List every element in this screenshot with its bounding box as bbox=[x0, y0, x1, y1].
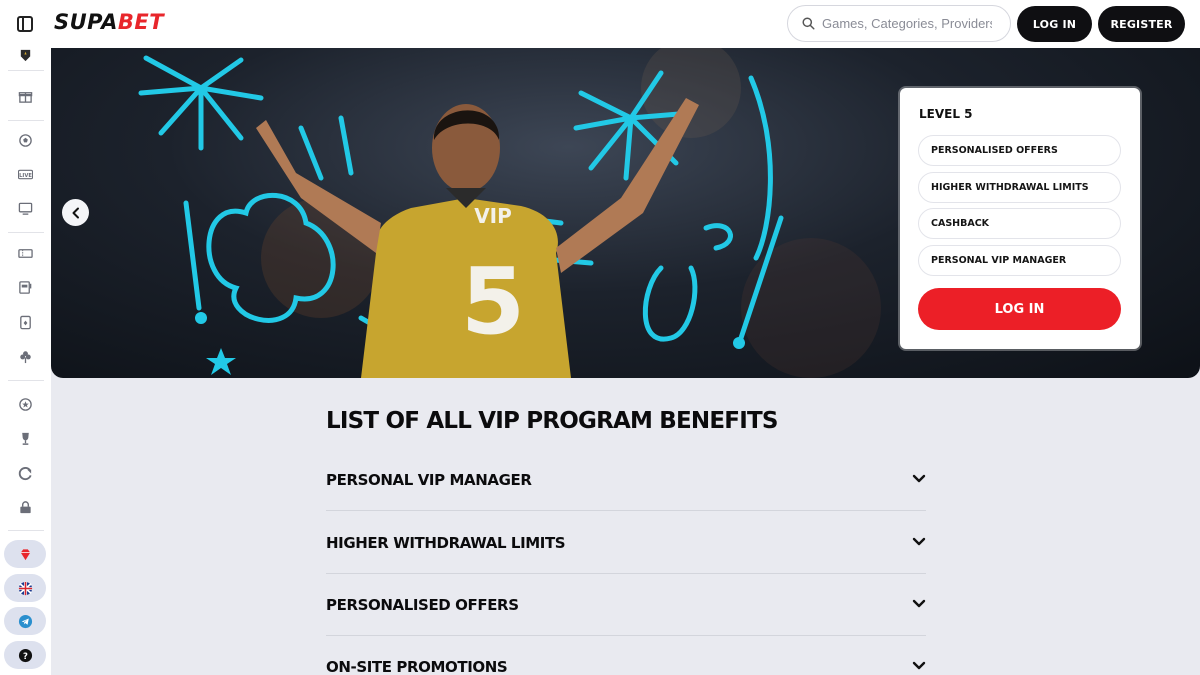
logo-accent-text: BET bbox=[117, 10, 165, 34]
lock-icon[interactable] bbox=[17, 499, 34, 516]
slot-machine-icon[interactable] bbox=[17, 279, 34, 296]
chevron-down-icon bbox=[912, 471, 926, 489]
jersey-number-text: 5 bbox=[461, 248, 525, 355]
accordion-label: PERSONALISED OFFERS bbox=[326, 595, 519, 614]
rank-badge-icon[interactable] bbox=[17, 46, 34, 63]
benefits-section-title: LIST OF ALL VIP PROGRAM BENEFITS bbox=[326, 408, 778, 434]
gift-icon[interactable] bbox=[17, 88, 34, 105]
level-benefit-chip: PERSONALISED OFFERS bbox=[918, 135, 1121, 166]
accordion-item-on-site-promotions[interactable]: ON-SITE PROMOTIONS bbox=[326, 636, 926, 675]
vip-hero-banner: VIP 5 LEVEL 5 PERSONALISED OFFERS HIGHER… bbox=[51, 48, 1200, 378]
telegram-icon bbox=[18, 614, 32, 628]
chevron-left-icon bbox=[72, 207, 79, 218]
svg-text:?: ? bbox=[23, 650, 28, 660]
level-benefit-chip: PERSONAL VIP MANAGER bbox=[918, 245, 1121, 276]
soccer-ball-icon[interactable] bbox=[17, 132, 34, 149]
telegram-pill[interactable] bbox=[4, 607, 46, 635]
uk-flag-icon bbox=[18, 581, 32, 595]
chevron-down-icon bbox=[912, 534, 926, 552]
search-box[interactable] bbox=[787, 5, 1011, 42]
top-header: SUPABET LOG IN REGISTER bbox=[0, 0, 1200, 48]
logo-main-text: SUPA bbox=[54, 10, 118, 34]
vip-diamond-pill[interactable] bbox=[4, 540, 46, 568]
live-icon-text: LIVE bbox=[19, 173, 32, 179]
live-icon[interactable]: LIVE bbox=[17, 166, 34, 183]
ticket-icon[interactable] bbox=[17, 245, 34, 262]
sidebar-toggle-icon[interactable] bbox=[17, 16, 33, 32]
sidebar-divider bbox=[8, 380, 44, 381]
chevron-down-icon bbox=[912, 658, 926, 675]
accordion-label: ON-SITE PROMOTIONS bbox=[326, 658, 508, 675]
sidebar-divider bbox=[8, 232, 44, 233]
monitor-icon[interactable] bbox=[17, 200, 34, 217]
level-benefit-chip: HIGHER WITHDRAWAL LIMITS bbox=[918, 172, 1121, 203]
accordion-item-higher-withdrawal-limits[interactable]: HIGHER WITHDRAWAL LIMITS bbox=[326, 512, 926, 574]
sidebar-divider bbox=[8, 530, 44, 531]
search-input[interactable] bbox=[822, 16, 992, 31]
help-pill[interactable]: ? bbox=[4, 641, 46, 669]
sidebar-divider bbox=[8, 70, 44, 71]
left-sidebar: LIVE ? bbox=[0, 48, 51, 675]
diamond-icon bbox=[20, 548, 30, 560]
card-login-button[interactable]: LOG IN bbox=[918, 288, 1121, 330]
accordion-item-personalised-offers[interactable]: PERSONALISED OFFERS bbox=[326, 574, 926, 636]
carousel-prev-button[interactable] bbox=[62, 199, 89, 226]
language-selector-pill[interactable] bbox=[4, 574, 46, 602]
chevron-down-icon bbox=[912, 596, 926, 614]
cashback-icon[interactable] bbox=[17, 465, 34, 482]
trophy-icon[interactable] bbox=[17, 430, 34, 447]
search-icon bbox=[802, 17, 815, 30]
accordion-item-personal-vip-manager[interactable]: PERSONAL VIP MANAGER bbox=[326, 449, 926, 511]
level-title: LEVEL 5 bbox=[919, 107, 973, 121]
sidebar-divider bbox=[8, 120, 44, 121]
jersey-vip-text: VIP bbox=[474, 204, 512, 228]
accordion-label: PERSONAL VIP MANAGER bbox=[326, 470, 532, 489]
header-login-button[interactable]: LOG IN bbox=[1017, 6, 1092, 42]
accordion-label: HIGHER WITHDRAWAL LIMITS bbox=[326, 533, 566, 552]
help-icon: ? bbox=[18, 648, 32, 662]
playing-card-icon[interactable] bbox=[17, 314, 34, 331]
vip-badge-icon[interactable] bbox=[17, 396, 34, 413]
clover-icon[interactable] bbox=[17, 348, 34, 365]
register-button[interactable]: REGISTER bbox=[1098, 6, 1185, 42]
vip-level-card: LEVEL 5 PERSONALISED OFFERS HIGHER WITHD… bbox=[900, 88, 1140, 349]
supabet-logo[interactable]: SUPABET bbox=[54, 10, 164, 34]
level-benefit-chip: CASHBACK bbox=[918, 208, 1121, 239]
